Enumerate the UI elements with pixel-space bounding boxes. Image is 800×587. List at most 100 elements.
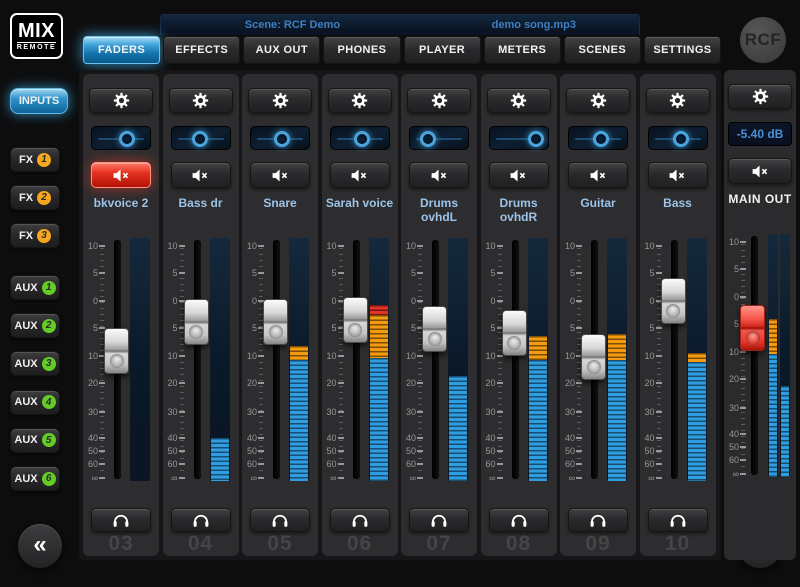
tab-aux-out[interactable]: AUX OUT [243,36,320,64]
solo-headphones-button[interactable] [91,508,151,532]
channel-settings-button[interactable] [646,88,710,113]
sidebar-aux-button-5[interactable]: AUX5 [10,428,60,453]
solo-headphones-button[interactable] [409,508,469,532]
channel-name: Snare [242,196,318,210]
channel-settings-button[interactable] [248,88,312,113]
fader-handle[interactable] [104,328,129,374]
channel-settings-button[interactable] [566,88,630,113]
mute-button[interactable] [330,162,390,188]
pan-slider[interactable] [568,126,628,150]
sidebar-aux-button-6[interactable]: AUX6 [10,466,60,491]
solo-headphones-button[interactable] [330,508,390,532]
tab-player[interactable]: PLAYER [404,36,481,64]
sidebar-aux-button-1[interactable]: AUX1 [10,275,60,300]
fader-area: 10505102030405060∞ [481,238,557,481]
tab-scenes[interactable]: SCENES [564,36,641,64]
main-mute-button[interactable] [728,158,792,184]
solo-headphones-button[interactable] [489,508,549,532]
speaker-mute-icon [589,169,608,182]
pan-slider[interactable] [250,126,310,150]
main-out-label: MAIN OUT [724,192,796,206]
fader-track[interactable] [671,240,678,479]
sidebar-aux-button-4[interactable]: AUX4 [10,390,60,415]
sidebar-fx-button-3[interactable]: FX3 [10,223,60,248]
gear-icon [431,92,448,109]
prev-page-button[interactable]: « [17,523,63,569]
main-out-strip: -5.40 dB MAIN OUT 10505102030405060∞ [724,70,796,560]
mute-button[interactable] [171,162,231,188]
mix-remote-logo: MIX REMOTE [10,13,63,59]
fader-handle[interactable] [661,278,686,324]
pan-slider[interactable] [409,126,469,150]
speaker-mute-icon [751,165,770,178]
pan-slider[interactable] [648,126,708,150]
mute-button[interactable] [489,162,549,188]
fx-number-badge: 3 [37,229,51,243]
sidebar-aux-button-2[interactable]: AUX2 [10,313,60,338]
pan-slider[interactable] [489,126,549,150]
gear-icon [752,88,769,105]
fader-handle[interactable] [343,297,368,343]
channel-strip: Bass dr 10505102030405060∞ 04 [163,74,239,556]
tab-effects[interactable]: EFFECTS [163,36,240,64]
pan-knob-icon [119,131,135,147]
tab-phones[interactable]: PHONES [323,36,400,64]
mute-button[interactable] [250,162,310,188]
speaker-mute-icon [350,169,369,182]
pan-slider[interactable] [91,126,151,150]
channel-settings-button[interactable] [407,88,471,113]
mute-button[interactable] [648,162,708,188]
channel-settings-button[interactable] [487,88,551,113]
solo-headphones-button[interactable] [171,508,231,532]
solo-headphones-button[interactable] [250,508,310,532]
fader-scale: 10505102030405060∞ [322,238,346,481]
fader-handle[interactable] [502,310,527,356]
mute-button[interactable] [91,162,151,188]
speaker-mute-icon [430,169,449,182]
channel-settings-button[interactable] [169,88,233,113]
fader-handle[interactable] [184,299,209,345]
speaker-mute-icon [668,169,687,182]
channel-strip: Snare 10505102030405060∞ 05 [242,74,318,556]
meter-segment-orange [529,336,547,360]
channel-name: Bass dr [163,196,239,210]
sidebar-fx-button-2[interactable]: FX2 [10,185,60,210]
fader-scale: 10505102030405060∞ [481,238,505,481]
meter-segment-orange [769,319,777,354]
channel-settings-button[interactable] [89,88,153,113]
tab-meters[interactable]: METERS [484,36,561,64]
fader-handle[interactable] [263,299,288,345]
fader-handle[interactable] [581,334,606,380]
pan-slider[interactable] [171,126,231,150]
fader-track[interactable] [273,240,280,479]
sidebar-aux-button-3[interactable]: AUX3 [10,351,60,376]
fader-track[interactable] [194,240,201,479]
sidebar-inputs-button[interactable]: INPUTS [10,88,68,114]
meter-segment-blue [449,376,467,481]
pan-knob-icon [274,131,290,147]
pan-knob-icon [192,131,208,147]
gear-icon [590,92,607,109]
mute-button[interactable] [409,162,469,188]
fader-track[interactable] [751,236,758,475]
meter-segment-blue [290,360,308,481]
fader-track[interactable] [512,240,519,479]
headphones-icon [112,513,130,528]
tab-faders[interactable]: FADERS [83,36,160,64]
tab-settings[interactable]: SETTINGS [644,36,721,64]
channel-settings-button[interactable] [328,88,392,113]
fader-handle[interactable] [422,306,447,352]
fader-track[interactable] [353,240,360,479]
main-fader-handle[interactable] [740,305,765,351]
channel-name: Sarah voice [322,196,398,210]
solo-headphones-button[interactable] [648,508,708,532]
sidebar-fx-button-1[interactable]: FX1 [10,147,60,172]
fader-track[interactable] [432,240,439,479]
channel-strips: bkvoice 2 10505102030405060∞ 03 [79,70,721,560]
mute-button[interactable] [568,162,628,188]
main-settings-button[interactable] [728,84,792,109]
pan-slider[interactable] [330,126,390,150]
fader-scale: 10505102030405060∞ [401,238,425,481]
solo-headphones-button[interactable] [568,508,628,532]
fader-area: 10505102030405060∞ [163,238,239,481]
